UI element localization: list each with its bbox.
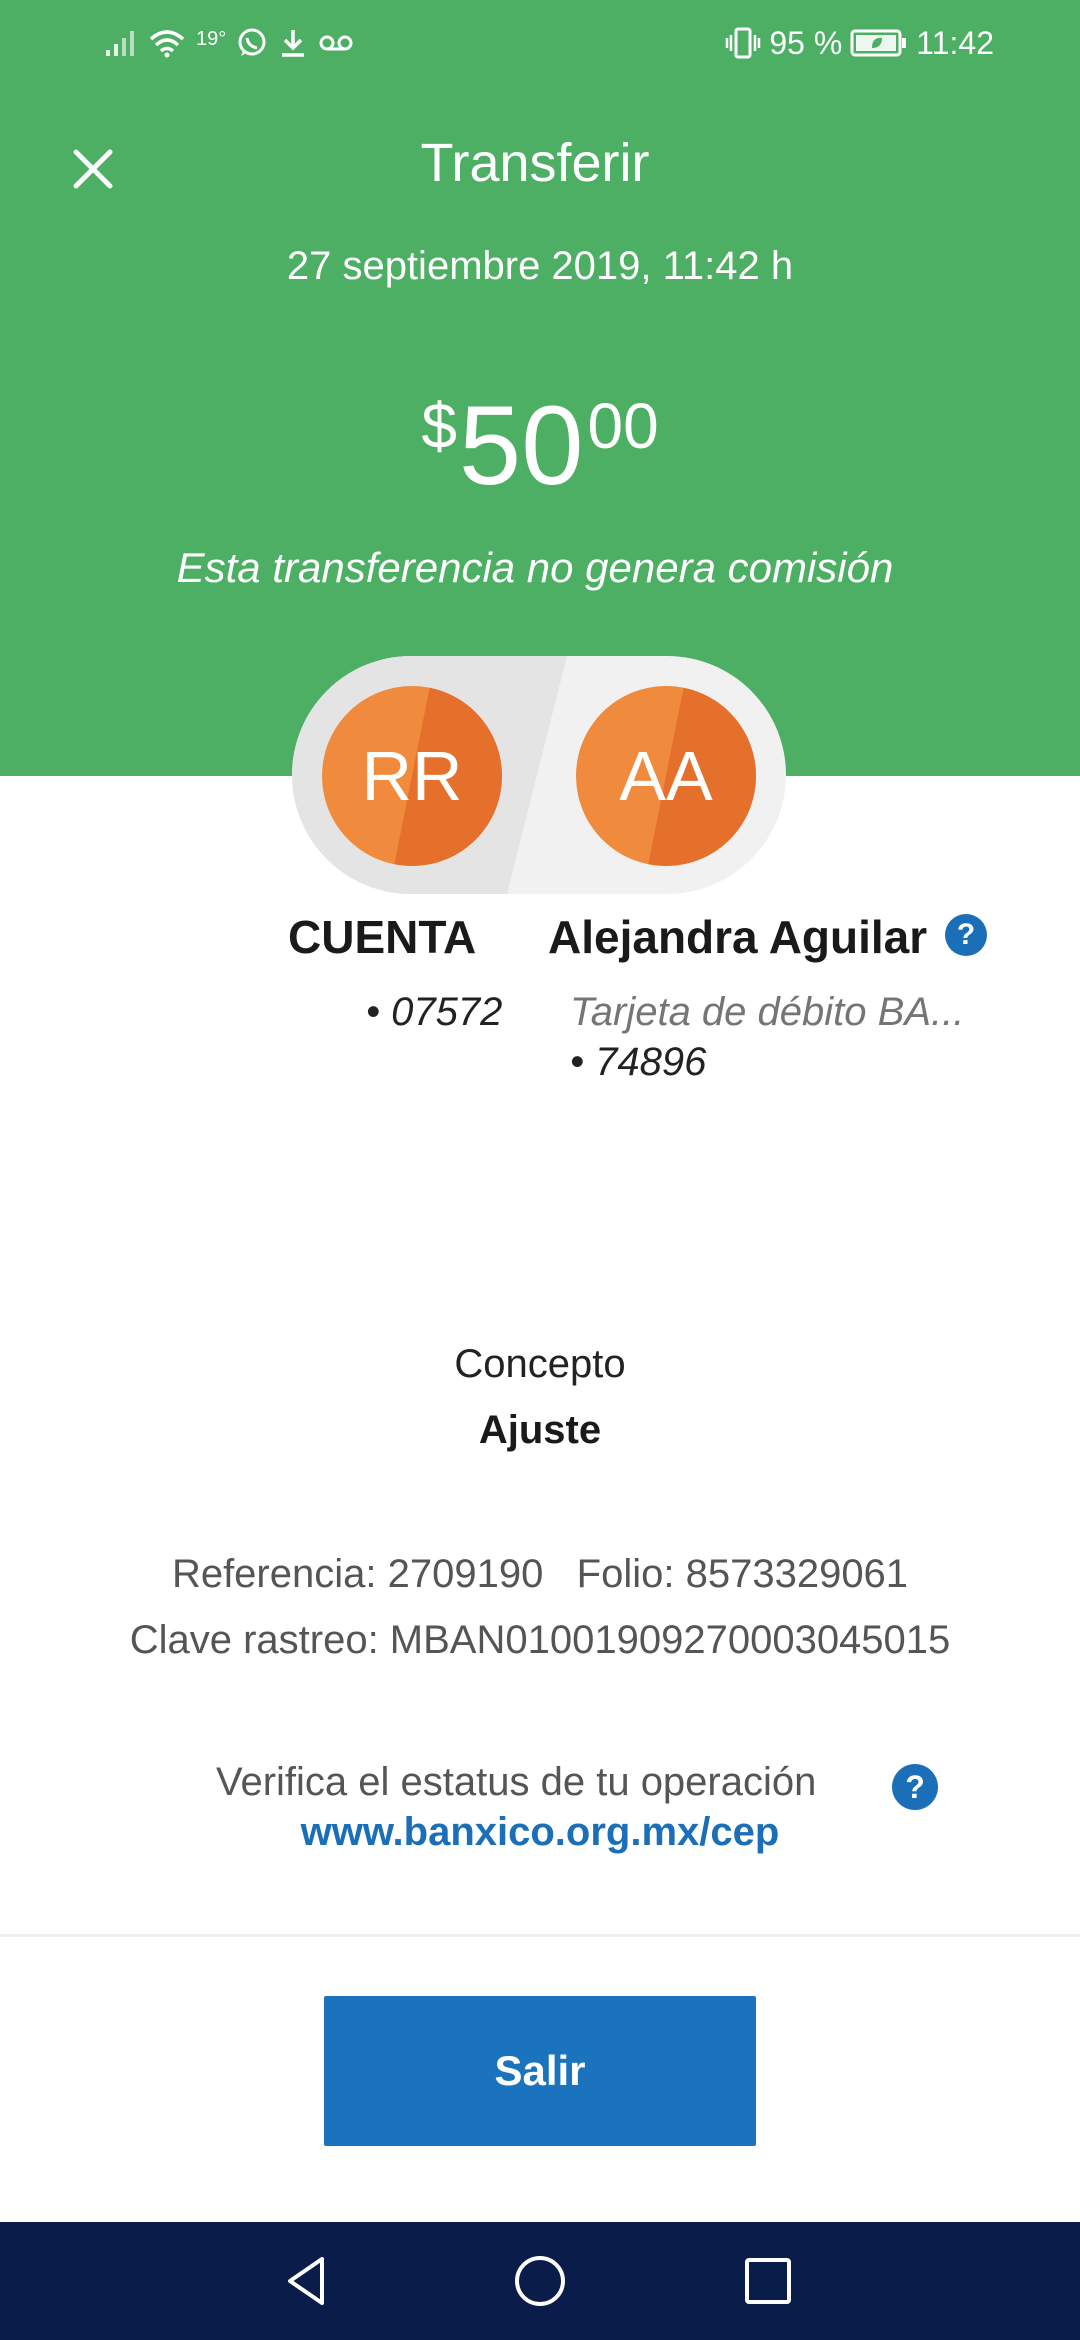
- status-bar: 19° 95 % 11:42: [0, 0, 1080, 86]
- sender-account: • 07572: [366, 990, 503, 1034]
- commission-note: Esta transferencia no genera comisión: [176, 544, 894, 591]
- download-icon: [282, 30, 305, 57]
- signal-icon: [106, 31, 134, 56]
- recipient-name: Alejandra Aguilar: [548, 911, 928, 963]
- amount-integer: 50: [458, 383, 584, 508]
- sender-name: CUENTA: [288, 911, 477, 963]
- whatsapp-icon: [238, 28, 266, 56]
- divider: [0, 1934, 1080, 1937]
- voicemail-icon: [319, 35, 353, 51]
- status-left-icons: 19°: [104, 22, 354, 64]
- recipient-initials: AA: [619, 737, 713, 815]
- wifi-icon: [149, 30, 185, 58]
- nav-home-button[interactable]: [508, 2249, 572, 2313]
- verify-status-text: Verifica el estatus de tu operación: [216, 1760, 817, 1804]
- transfer-amount: $ 50 00: [0, 386, 1080, 506]
- recipient-account: • 74896: [570, 1040, 707, 1084]
- amount-decimals: 00: [587, 390, 659, 462]
- sender-initials: RR: [361, 737, 463, 815]
- battery-icon: [850, 29, 907, 57]
- recipient-avatar: AA: [576, 686, 756, 866]
- home-circle-icon: [515, 2256, 565, 2306]
- parties-avatar-pill: RR AA: [292, 656, 786, 894]
- nav-back-button[interactable]: [276, 2249, 340, 2313]
- amount-currency: $: [421, 390, 457, 462]
- page-title: Transferir: [420, 133, 650, 193]
- nav-recents-button[interactable]: [736, 2249, 800, 2313]
- sender-avatar: RR: [322, 686, 502, 866]
- banxico-cep-link[interactable]: www.banxico.org.mx/cep: [0, 1810, 1080, 1855]
- recipient-card: Tarjeta de débito BA...: [570, 990, 965, 1034]
- concept-label: Concepto: [454, 1342, 626, 1386]
- reference-folio: Referencia: 2709190 Folio: 8573329061: [171, 1552, 909, 1596]
- clock: 11:42: [916, 24, 994, 61]
- vibrate-icon: [726, 27, 761, 59]
- temperature-label: 19°: [196, 27, 227, 50]
- recents-square-icon: [745, 2258, 791, 2304]
- status-right-icons: 95 % 11:42: [725, 22, 994, 64]
- verify-help-icon[interactable]: ?: [892, 1764, 938, 1810]
- navigation-bar: [0, 2222, 1080, 2340]
- recipient-help-icon[interactable]: ?: [945, 914, 987, 956]
- tracking-key: Clave rastreo: MBAN01001909270003045015: [129, 1618, 951, 1662]
- back-triangle-icon: [288, 2257, 324, 2305]
- concept-value: Ajuste: [478, 1408, 602, 1452]
- transfer-date: 27 septiembre 2019, 11:42 h: [286, 244, 794, 288]
- battery-percent: 95 %: [769, 24, 843, 61]
- exit-button[interactable]: Salir: [324, 1996, 756, 2146]
